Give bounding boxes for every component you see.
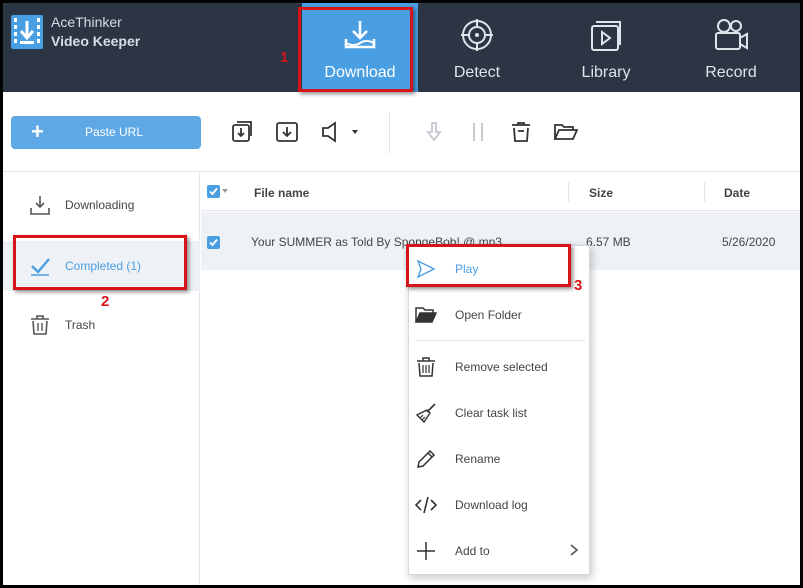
plus-icon: + <box>31 119 44 144</box>
step-label-3: 3 <box>574 277 583 294</box>
toolbar: + Paste URL <box>3 92 800 172</box>
tab-download-label: Download <box>324 64 396 81</box>
folder-icon <box>415 307 437 323</box>
menu-item-rename[interactable]: Rename <box>409 438 589 478</box>
check-icon <box>31 258 50 276</box>
paste-url-label: Paste URL <box>85 125 144 139</box>
menu-item-play-label: Play <box>455 262 479 276</box>
app-logo-icon <box>11 15 43 49</box>
row-date: 5/26/2020 <box>722 235 776 249</box>
select-dropdown-icon[interactable] <box>222 189 228 193</box>
sidebar-item-downloading-label: Downloading <box>65 198 135 212</box>
menu-item-open-folder-label: Open Folder <box>455 308 522 322</box>
resume-icon[interactable] <box>422 120 446 144</box>
sidebar: Downloading Completed (1) Trash <box>3 173 200 585</box>
tab-library[interactable]: Library <box>548 3 664 92</box>
app-name-line2: Video Keeper <box>51 33 141 49</box>
plus-icon <box>417 542 435 560</box>
pause-icon[interactable] <box>466 120 490 144</box>
menu-item-play[interactable]: Play <box>409 248 589 288</box>
sidebar-item-trash-label: Trash <box>65 318 96 332</box>
app-window: AceThinker Video Keeper Download Detect <box>3 3 800 585</box>
pencil-icon <box>417 449 436 468</box>
menu-item-rename-label: Rename <box>455 452 501 466</box>
download-icon <box>30 196 50 215</box>
trash-icon <box>417 357 435 377</box>
menu-item-open-folder[interactable]: Open Folder <box>409 294 589 334</box>
library-play-icon <box>591 21 621 51</box>
tab-record-label: Record <box>705 64 757 81</box>
crosshair-icon <box>461 19 493 51</box>
column-divider <box>704 182 705 202</box>
top-bar: AceThinker Video Keeper Download Detect <box>3 3 800 92</box>
tab-record[interactable]: Record <box>673 3 789 92</box>
tab-detect[interactable]: Detect <box>419 3 535 92</box>
menu-item-add-to-label: Add to <box>455 544 490 558</box>
menu-item-remove-selected[interactable]: Remove selected <box>409 346 589 386</box>
column-size[interactable]: Size <box>589 186 613 200</box>
column-divider <box>568 182 569 202</box>
speaker-icon[interactable] <box>320 120 360 144</box>
row-size: 6.57 MB <box>586 235 631 249</box>
import-icon[interactable] <box>230 120 254 144</box>
tab-detect-label: Detect <box>453 64 501 81</box>
context-menu: Play Open Folder Remove selected Clear t… <box>408 245 590 575</box>
broom-icon <box>415 403 436 424</box>
menu-item-remove-selected-label: Remove selected <box>455 360 548 374</box>
column-file-name[interactable]: File name <box>254 186 309 200</box>
video-camera-icon <box>715 19 748 50</box>
tab-library-label: Library <box>581 64 631 81</box>
paste-url-button[interactable]: + Paste URL <box>11 116 201 149</box>
delete-icon[interactable] <box>509 120 533 144</box>
chevron-right-icon <box>570 544 579 556</box>
open-folder-icon[interactable] <box>553 120 579 144</box>
download-box-icon[interactable] <box>275 120 299 144</box>
trash-icon <box>31 315 49 335</box>
menu-item-clear-task-list-label: Clear task list <box>455 406 528 420</box>
menu-item-download-log[interactable]: Download log <box>409 484 589 524</box>
menu-item-download-log-label: Download log <box>455 498 528 512</box>
column-date[interactable]: Date <box>724 186 750 200</box>
select-all-checkbox[interactable] <box>207 185 220 198</box>
step-label-1: 1 <box>280 49 289 66</box>
step-label-2: 2 <box>101 293 110 310</box>
menu-item-add-to[interactable]: Add to <box>409 530 589 570</box>
sidebar-item-downloading[interactable]: Downloading <box>3 180 200 230</box>
sidebar-item-completed-label: Completed (1) <box>65 259 142 273</box>
app-name-line1: AceThinker <box>51 14 122 30</box>
menu-item-clear-task-list[interactable]: Clear task list <box>409 392 589 432</box>
download-tray-icon <box>344 21 376 49</box>
menu-divider <box>415 340 585 341</box>
tab-download[interactable]: Download <box>302 3 418 92</box>
code-icon <box>415 496 437 514</box>
row-checkbox[interactable] <box>207 236 220 249</box>
table-header: File name Size Date <box>201 173 800 211</box>
toolbar-divider <box>389 112 390 154</box>
play-icon <box>416 259 436 279</box>
sidebar-item-completed[interactable]: Completed (1) <box>3 241 200 291</box>
